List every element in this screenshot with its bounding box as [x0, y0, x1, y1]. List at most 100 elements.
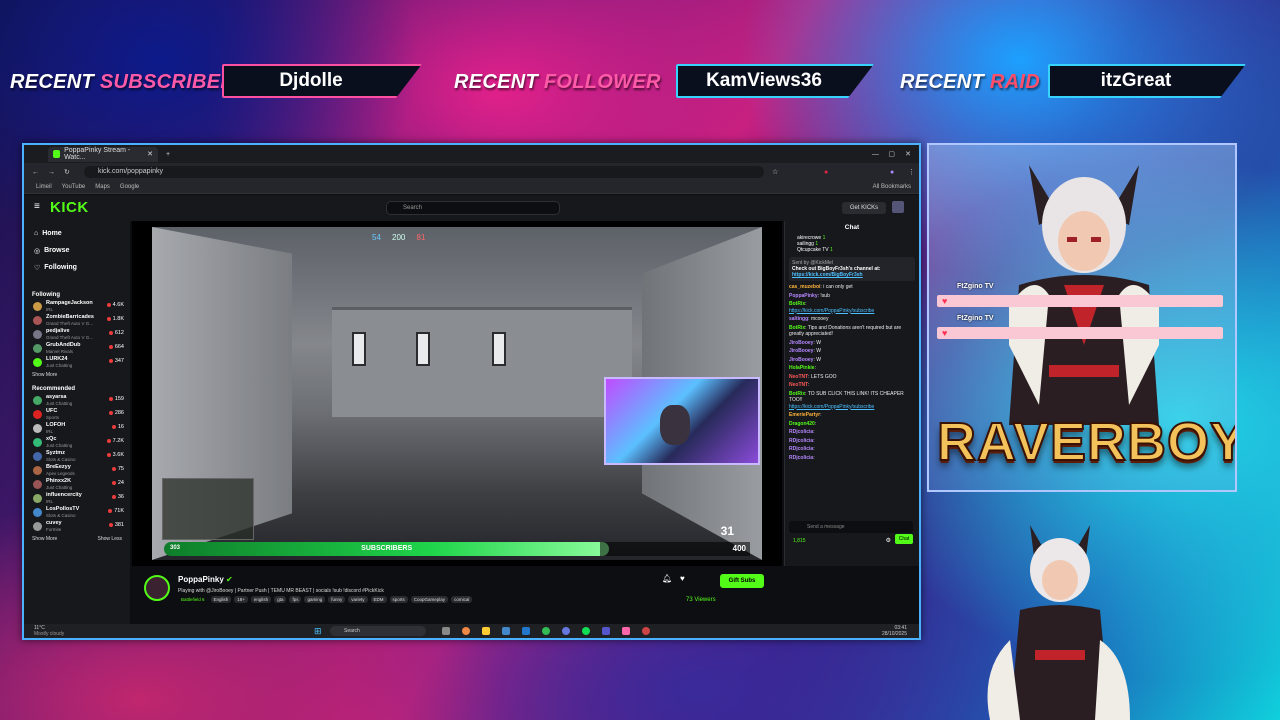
show-more-recommended[interactable]: Show More — [32, 536, 57, 542]
gift-subs-button[interactable]: Gift Subs — [720, 574, 764, 588]
obs-icon[interactable] — [642, 627, 650, 635]
tag[interactable]: fps — [289, 596, 302, 603]
new-tab-icon[interactable]: + — [166, 151, 170, 158]
following-item[interactable]: RampageJackson IRL 4.6K — [24, 300, 130, 314]
tag[interactable]: EDM — [370, 596, 387, 603]
chat-input[interactable]: Send a message — [789, 521, 913, 533]
chat-username[interactable]: NeoTNT — [789, 382, 808, 388]
url-field[interactable]: kick.com/poppapinky — [84, 166, 764, 178]
tag[interactable]: sports — [389, 596, 408, 603]
file-explorer-icon[interactable] — [482, 627, 490, 635]
menu-icon[interactable]: ⋮ — [908, 168, 915, 176]
user-avatar[interactable] — [892, 201, 904, 213]
task-view-icon[interactable] — [442, 627, 450, 635]
chat-username[interactable]: RDjcolicia — [789, 455, 813, 461]
xbox-icon[interactable] — [542, 627, 550, 635]
teams-icon[interactable] — [602, 627, 610, 635]
windows-start-icon[interactable]: ⊞ — [314, 626, 322, 637]
chat-link[interactable]: https://kick.com/PoppaPinky/subscribe — [789, 404, 874, 410]
recommended-item[interactable]: influencercity IRL 36 — [24, 492, 130, 506]
profile-icon[interactable]: ● — [890, 169, 894, 176]
pink-app-icon[interactable] — [622, 627, 630, 635]
search-input[interactable]: Search — [386, 201, 560, 215]
chat-username[interactable]: NeoTNT — [789, 374, 808, 380]
recommended-item[interactable]: Syztmz Slots & Casino 3.6K — [24, 450, 130, 464]
tag[interactable]: funny — [328, 596, 346, 603]
sidebar-item-home[interactable]: ⌂ Home — [24, 225, 130, 242]
chat-username[interactable]: EmeriePartyr — [789, 412, 820, 418]
pinned-link[interactable]: https://kick.com/BigBoyFr3sh — [792, 272, 863, 278]
tag[interactable]: gaming — [304, 596, 326, 603]
follow-heart-icon[interactable]: ♥ — [680, 574, 685, 583]
streamer-avatar[interactable] — [144, 575, 170, 601]
chat-username[interactable]: BotRix — [789, 391, 805, 397]
extensions-icon[interactable]: ● — [824, 169, 828, 176]
store-icon[interactable] — [502, 627, 510, 635]
chat-username[interactable]: saltingg — [789, 316, 808, 322]
recommended-item[interactable]: LosPollosTV Slots & Casino 71K — [24, 506, 130, 520]
sidebar-item-browse[interactable]: ◎ Browse — [24, 242, 130, 259]
chat-username[interactable]: RDjcolicia — [789, 446, 813, 452]
reload-icon[interactable]: ↻ — [64, 168, 70, 176]
kick-logo[interactable]: KICK — [50, 199, 89, 216]
recommended-item[interactable]: cuvey Fortnite 381 — [24, 520, 130, 534]
recommended-item[interactable]: LOFOH IRL 16 — [24, 422, 130, 436]
send-chat-button[interactable]: Chat — [895, 534, 913, 544]
chat-username[interactable]: RDjcolicia — [789, 429, 813, 435]
bookmark-youtube[interactable]: YouTube — [62, 184, 86, 190]
tag[interactable]: comical — [451, 596, 473, 603]
minimize-icon[interactable]: — — [872, 151, 879, 158]
bookmark-google[interactable]: Google — [120, 184, 139, 190]
top-gifter[interactable]: Qtcupcake TV 1 — [797, 247, 915, 253]
close-tab-icon[interactable]: ✕ — [147, 150, 153, 158]
chat-username[interactable]: HolaPinkie — [789, 365, 815, 371]
video-player[interactable]: 54 200 81 31 303 SUBSCRIBERS 400 — [132, 221, 782, 566]
chat-username[interactable]: BotRix — [789, 325, 805, 331]
maximize-icon[interactable]: ▢ — [888, 150, 895, 158]
star-icon[interactable]: ☆ — [772, 168, 778, 176]
back-icon[interactable]: ← — [32, 169, 39, 176]
recommended-item[interactable]: xQc Just Chatting 7.2K — [24, 436, 130, 450]
settings-icon[interactable]: ⚙ — [886, 537, 891, 544]
sidebar-item-following[interactable]: ♡ Following — [24, 259, 130, 276]
tag[interactable]: english — [250, 596, 272, 603]
taskbar-search[interactable]: Search — [330, 626, 426, 636]
following-item[interactable]: LURK24 Just Chatting 347 — [24, 356, 130, 370]
outlook-icon[interactable] — [522, 627, 530, 635]
chat-username[interactable]: RDjcolicia — [789, 438, 813, 444]
hamburger-icon[interactable]: ≡ — [34, 201, 40, 212]
chat-username[interactable]: JiroBooey — [789, 357, 813, 363]
bookmark-limeil[interactable]: Limeil — [36, 184, 52, 190]
close-window-icon[interactable]: ✕ — [905, 150, 911, 158]
spotify-icon[interactable] — [582, 627, 590, 635]
following-item[interactable]: GrubAndDub Marvel Rivals 664 — [24, 342, 130, 356]
chat-points[interactable]: 1,815 — [793, 538, 806, 544]
recommended-item[interactable]: asyarsa Just Chatting 159 — [24, 394, 130, 408]
game-category[interactable]: Battlefield 6 — [178, 596, 208, 603]
chat-username[interactable]: BotRix — [789, 301, 805, 307]
notification-bell-icon[interactable]: 🔔︎ — [662, 574, 672, 583]
clock[interactable]: 03:41 28/10/2025 — [882, 625, 907, 637]
all-bookmarks[interactable]: All Bookmarks — [873, 184, 911, 190]
chat-username[interactable]: JiroBooey — [789, 348, 813, 354]
forward-icon[interactable]: → — [48, 169, 55, 176]
show-less-link[interactable]: Show Less — [98, 536, 122, 542]
discord-icon[interactable] — [562, 627, 570, 635]
tag[interactable]: 18+ — [234, 596, 248, 603]
weather-widget[interactable]: 11°C Mostly cloudy — [34, 625, 64, 637]
chat-link[interactable]: https://kick.com/PoppaPinky/subscribe — [789, 308, 874, 314]
tag[interactable]: variety — [348, 596, 368, 603]
following-item[interactable]: pedjalive Grand Theft Auto V G... 612 — [24, 328, 130, 342]
tag[interactable]: CoopGameplay — [410, 596, 449, 603]
chat-username[interactable]: JiroBooey — [789, 340, 813, 346]
following-item[interactable]: ZombieBarricades Grand Theft Auto V G... 1… — [24, 314, 130, 328]
recommended-item[interactable]: UFC Sports 286 — [24, 408, 130, 422]
recommended-item[interactable]: BreEezyy Apex Legends 75 — [24, 464, 130, 478]
tag[interactable]: English — [210, 596, 232, 603]
bookmark-maps[interactable]: Maps — [95, 184, 110, 190]
streamer-name[interactable]: PoppaPinky ✔ — [178, 575, 233, 584]
chat-username[interactable]: PoppaPinky — [789, 293, 818, 299]
chrome-icon[interactable] — [462, 627, 470, 635]
chat-username[interactable]: Dragon420 — [789, 421, 815, 427]
show-more-link[interactable]: Show More — [24, 370, 130, 380]
